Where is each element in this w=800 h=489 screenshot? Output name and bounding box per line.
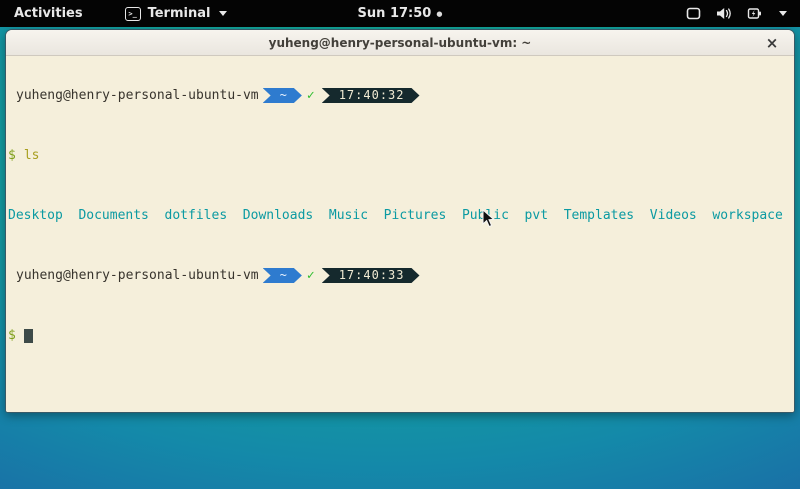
command-line: $ ls [8,148,794,163]
prompt-time-segment: 17:40:33 [322,268,420,283]
check-icon: ✓ [307,268,315,283]
current-prompt-line: $ [8,328,794,343]
prompt-user-host: yuheng@henry-personal-ubuntu-vm [16,88,259,103]
chevron-down-icon [779,11,787,16]
prompt-cwd-segment: ~ [263,88,302,103]
clock-area[interactable]: Sun 17:50 ● [0,0,800,27]
activities-button[interactable]: Activities [0,0,97,27]
close-button[interactable]: × [762,33,782,53]
ls-output-line: Desktop Documents dotfiles Downloads Mus… [8,208,794,223]
terminal-content[interactable]: yuheng@henry-personal-ubuntu-vm ~ ✓ 17:4… [6,56,794,413]
notification-dot-icon: ● [436,10,442,18]
battery-charging-icon [747,7,762,20]
system-tray-menu[interactable] [686,0,800,27]
chevron-down-icon [219,11,227,16]
app-menu-label: Terminal [148,6,211,21]
top-bar: Activities >_ Terminal Sun 17:50 ● [0,0,800,27]
terminal-window: yuheng@henry-personal-ubuntu-vm: ~ × yuh… [5,29,795,413]
check-icon: ✓ [307,88,315,103]
prompt-line-1: yuheng@henry-personal-ubuntu-vm ~ ✓ 17:4… [8,88,794,103]
clock-label: Sun 17:50 [358,6,432,21]
app-menu-terminal[interactable]: >_ Terminal [125,0,228,27]
prompt-user-host: yuheng@henry-personal-ubuntu-vm [16,268,259,283]
prompt-cwd-segment: ~ [263,268,302,283]
terminal-cursor [24,329,33,343]
typed-command: ls [24,148,40,163]
prompt-symbol: $ [8,328,16,343]
terminal-app-icon: >_ [125,7,141,21]
window-title: yuheng@henry-personal-ubuntu-vm: ~ [269,36,532,50]
prompt-line-2: yuheng@henry-personal-ubuntu-vm ~ ✓ 17:4… [8,268,794,283]
prompt-time-segment: 17:40:32 [322,88,420,103]
prompt-symbol: $ [8,148,16,163]
volume-icon [716,7,732,20]
screen-icon [686,7,701,20]
window-titlebar[interactable]: yuheng@henry-personal-ubuntu-vm: ~ × [6,30,794,56]
